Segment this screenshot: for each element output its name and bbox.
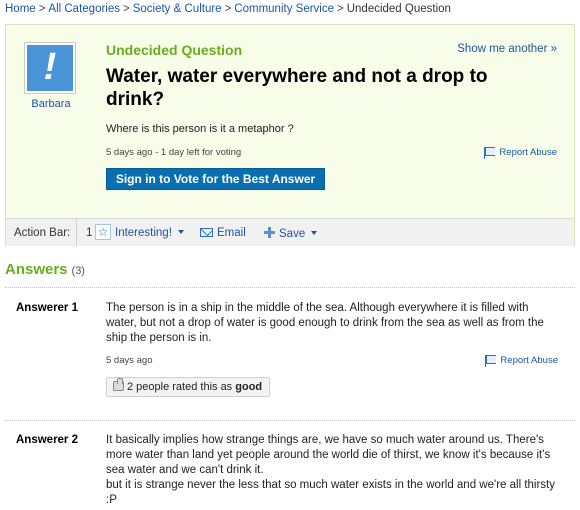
chevron-down-icon: [311, 231, 318, 235]
question-panel: ! Barbara Undecided Question Show me ano…: [5, 24, 575, 246]
rating-button[interactable]: 2 people rated this as good: [106, 377, 271, 397]
breadcrumb-current: Undecided Question: [346, 3, 451, 15]
save-dropdown-button[interactable]: Save: [264, 227, 318, 240]
answers-title: Answers: [5, 261, 68, 278]
question-title: Water, water everywhere and not a drop t…: [106, 66, 488, 110]
breadcrumb-separator: >: [38, 3, 46, 15]
plus-icon: [264, 227, 275, 238]
sign-in-to-vote-button[interactable]: Sign in to Vote for the Best Answer: [106, 168, 325, 190]
asker-name-link[interactable]: Barbara: [21, 98, 81, 110]
divider: [5, 420, 575, 421]
breadcrumb: Home > All Categories > Society & Culture > Co…: [5, 3, 451, 15]
show-another-link[interactable]: Show me another »: [457, 43, 557, 55]
report-abuse-label: Report Abuse: [499, 147, 557, 158]
breadcrumb-separator: >: [224, 3, 232, 15]
envelope-icon: [200, 228, 213, 237]
breadcrumb-community-service[interactable]: Community Service: [234, 3, 334, 15]
answers-heading: Answers (3): [5, 261, 85, 278]
chevron-down-icon: [177, 230, 184, 234]
flag-icon: [485, 355, 497, 367]
report-abuse-link[interactable]: Report Abuse: [484, 147, 557, 159]
answers-count: (3): [71, 265, 85, 277]
answerer-name: Answerer 1: [16, 302, 79, 314]
answer-text-line: but it is strange never the less that so…: [106, 479, 555, 506]
interesting-label: Interesting!: [115, 227, 172, 239]
answer-text: It basically implies how strange things …: [106, 433, 561, 508]
email-button[interactable]: Email: [200, 227, 246, 239]
email-label: Email: [217, 227, 246, 239]
report-abuse-link[interactable]: Report Abuse: [485, 355, 558, 367]
action-bar-divider: [76, 219, 77, 246]
answer-text-line: It basically implies how strange things …: [106, 434, 551, 476]
breadcrumb-home[interactable]: Home: [5, 3, 36, 15]
breadcrumb-society-culture[interactable]: Society & Culture: [133, 3, 222, 15]
question-status: Undecided Question: [106, 42, 243, 58]
report-abuse-label: Report Abuse: [500, 355, 558, 366]
answer-text: The person is in a ship in the middle of…: [106, 302, 544, 344]
answerer-name: Answerer 2: [16, 434, 79, 446]
action-bar: Action Bar: 1 ☆ Interesting! Email Save: [6, 218, 574, 246]
rating-prefix: 2 people rated this as: [127, 381, 233, 393]
rating-word: good: [235, 381, 263, 393]
thumbs-up-icon: [113, 378, 124, 391]
save-label: Save: [279, 228, 306, 240]
question-body: Where is this person is it a metaphor ?: [106, 123, 294, 135]
flag-icon: [484, 147, 496, 159]
avatar[interactable]: !: [24, 42, 76, 94]
breadcrumb-separator: >: [337, 3, 344, 15]
question-main: ! Barbara Undecided Question Show me ano…: [6, 25, 574, 218]
answer-meta: 5 days ago: [106, 355, 153, 366]
interesting-dropdown-button[interactable]: Interesting!: [115, 227, 184, 239]
question-meta: 5 days ago - 1 day left for voting: [106, 147, 242, 158]
question-exclamation-avatar-icon: !: [43, 46, 57, 88]
interesting-count: 1: [86, 227, 93, 239]
divider: [5, 287, 575, 288]
action-bar-label: Action Bar:: [14, 227, 71, 239]
breadcrumb-separator: >: [123, 3, 130, 15]
avatar-image: !: [27, 45, 73, 91]
star-icon[interactable]: ☆: [95, 224, 111, 240]
breadcrumb-all-categories[interactable]: All Categories: [48, 3, 120, 15]
